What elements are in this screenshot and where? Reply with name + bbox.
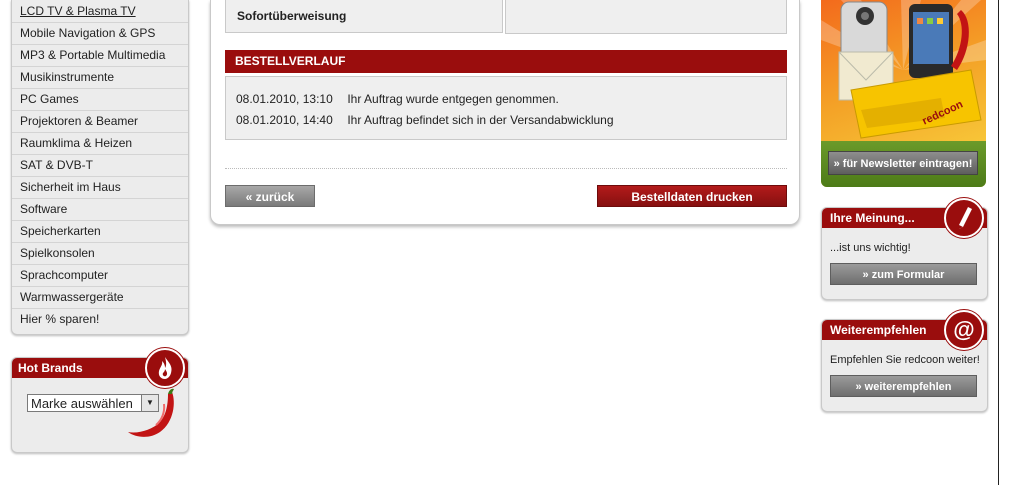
category-list: LCD TV & Plasma TV Mobile Navigation & G… — [11, 0, 189, 335]
history-entry-text: Ihr Auftrag wurde entgegen genommen. — [347, 92, 559, 106]
recommend-button[interactable]: » weiterempfehlen — [830, 375, 977, 397]
print-order-button[interactable]: Bestelldaten drucken — [597, 185, 787, 207]
history-entry: 08.01.2010, 13:10 Ihr Auftrag wurde entg… — [226, 89, 786, 110]
history-entry: 08.01.2010, 14:40 Ihr Auftrag befindet s… — [226, 110, 786, 131]
at-sign-icon: @ — [944, 310, 984, 350]
feedback-form-button[interactable]: » zum Formular — [830, 263, 977, 285]
phones-illustration — [821, 0, 986, 139]
feedback-box: Ihre Meinung... ...ist uns wichtig! » zu… — [821, 198, 988, 300]
history-entry-text: Ihr Auftrag befindet sich in der Versand… — [347, 113, 614, 127]
hot-brands-box: Hot Brands Marke auswählen ▼ — [11, 348, 189, 453]
order-history-title: BESTELLVERLAUF — [225, 50, 787, 73]
pencil-icon — [944, 198, 984, 238]
flame-icon — [145, 348, 185, 388]
category-item-projektoren[interactable]: Projektoren & Beamer — [12, 111, 188, 133]
payment-method-cell: Sofortüberweisung — [225, 0, 503, 33]
recommend-box: Weiterempfehlen @ Empfehlen Sie redcoon … — [821, 310, 988, 412]
order-detail-panel: Sofortüberweisung BESTELLVERLAUF 08.01.2… — [210, 0, 800, 225]
category-item-pc-games[interactable]: PC Games — [12, 89, 188, 111]
category-item-lcd-tv[interactable]: LCD TV & Plasma TV — [12, 0, 188, 23]
page-border-line — [998, 0, 999, 485]
divider — [225, 168, 787, 169]
brand-select-value: Marke auswählen — [31, 396, 133, 411]
payment-table: Sofortüberweisung — [225, 0, 787, 34]
category-item-mp3[interactable]: MP3 & Portable Multimedia — [12, 45, 188, 67]
newsletter-promo-banner[interactable]: redcoon » für Newsletter eintragen! — [821, 0, 986, 187]
category-item-musikinstrumente[interactable]: Musikinstrumente — [12, 67, 188, 89]
category-item-sicherheit[interactable]: Sicherheit im Haus — [12, 177, 188, 199]
category-item-speicherkarten[interactable]: Speicherkarten — [12, 221, 188, 243]
history-entry-date: 08.01.2010, 13:10 — [236, 92, 333, 106]
order-history-list: 08.01.2010, 13:10 Ihr Auftrag wurde entg… — [225, 76, 787, 140]
category-item-navigation[interactable]: Mobile Navigation & GPS — [12, 23, 188, 45]
category-item-warmwasser[interactable]: Warmwassergeräte — [12, 287, 188, 309]
category-item-raumklima[interactable]: Raumklima & Heizen — [12, 133, 188, 155]
recommend-text: Empfehlen Sie redcoon weiter! — [830, 354, 980, 366]
category-item-sparen[interactable]: Hier % sparen! — [12, 309, 188, 330]
back-button[interactable]: « zurück — [225, 185, 315, 207]
payment-value-cell — [505, 0, 787, 34]
category-item-spielkonsolen[interactable]: Spielkonsolen — [12, 243, 188, 265]
newsletter-signup-button[interactable]: » für Newsletter eintragen! — [828, 151, 978, 175]
category-item-sat[interactable]: SAT & DVB-T — [12, 155, 188, 177]
category-item-sprachcomputer[interactable]: Sprachcomputer — [12, 265, 188, 287]
chili-pepper-icon — [128, 388, 174, 437]
feedback-text: ...ist uns wichtig! — [830, 242, 911, 254]
category-item-software[interactable]: Software — [12, 199, 188, 221]
history-entry-date: 08.01.2010, 14:40 — [236, 113, 333, 127]
